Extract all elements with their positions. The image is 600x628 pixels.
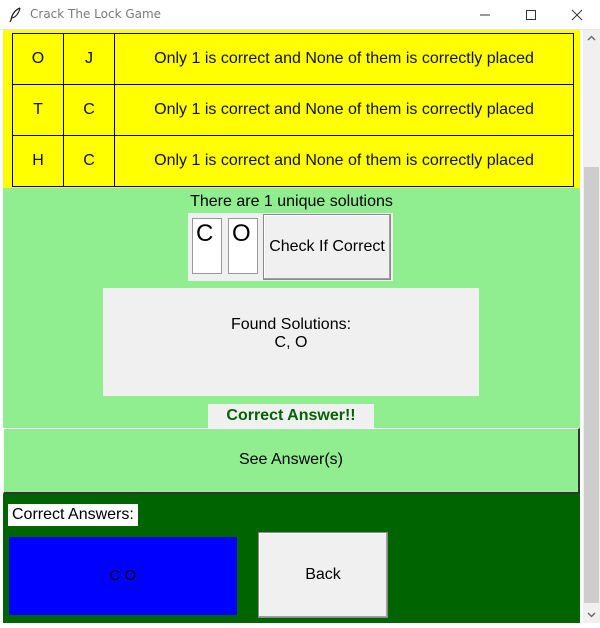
found-solutions-box: Found Solutions: C, O <box>103 288 479 396</box>
minimize-icon <box>480 14 490 16</box>
check-if-correct-button[interactable]: Check If Correct <box>263 214 391 280</box>
back-button[interactable]: Back <box>258 532 388 618</box>
clue-hint: Only 1 is correct and None of them is co… <box>114 135 574 187</box>
clues-panel: O J Only 1 is correct and None of them i… <box>3 30 580 188</box>
clue-letter-2: C <box>63 84 115 136</box>
table-row: T C Only 1 is correct and None of them i… <box>12 84 574 136</box>
clue-letter-1: O <box>12 33 64 85</box>
minimize-button[interactable] <box>462 0 508 30</box>
table-row: H C Only 1 is correct and None of them i… <box>12 135 574 187</box>
scroll-up-arrow-icon[interactable] <box>583 30 600 47</box>
title-bar: Crack The Lock Game <box>0 0 600 30</box>
found-solutions-values: C, O <box>274 334 308 351</box>
maximize-button[interactable] <box>508 0 554 30</box>
clue-letter-1: T <box>12 84 64 136</box>
found-solutions-label: Found Solutions: <box>230 316 352 333</box>
main-content: O J Only 1 is correct and None of them i… <box>0 30 583 623</box>
scroll-down-arrow-icon[interactable] <box>583 606 600 623</box>
solver-panel: There are 1 unique solutions C O Check I… <box>3 188 580 494</box>
vertical-scrollbar[interactable] <box>583 30 600 623</box>
correct-answers-value: C O <box>9 537 237 615</box>
clue-letter-2: C <box>63 135 115 187</box>
close-button[interactable] <box>554 0 600 30</box>
correct-answers-label: Correct Answers: <box>8 504 138 526</box>
table-row: O J Only 1 is correct and None of them i… <box>12 33 574 85</box>
clues-table: O J Only 1 is correct and None of them i… <box>12 33 574 187</box>
answer-entry-frame: C O Check If Correct <box>188 213 393 281</box>
letter-entry-2[interactable]: O <box>228 218 258 274</box>
clue-letter-2: J <box>63 33 115 85</box>
window-title: Crack The Lock Game <box>30 7 162 21</box>
scrollbar-thumb[interactable] <box>584 167 599 603</box>
clue-hint: Only 1 is correct and None of them is co… <box>114 84 574 136</box>
answers-panel: Correct Answers: C O Back <box>3 494 580 623</box>
clue-letter-1: H <box>12 135 64 187</box>
see-answers-button[interactable]: See Answer(s) <box>3 428 580 494</box>
unique-solutions-text: There are 1 unique solutions <box>190 193 393 210</box>
close-icon <box>571 9 583 21</box>
clue-hint: Only 1 is correct and None of them is co… <box>114 33 574 85</box>
letter-entry-1[interactable]: C <box>192 218 222 274</box>
status-message: Correct Answer!! <box>208 404 374 428</box>
feather-icon <box>8 7 22 23</box>
maximize-icon <box>526 10 536 20</box>
